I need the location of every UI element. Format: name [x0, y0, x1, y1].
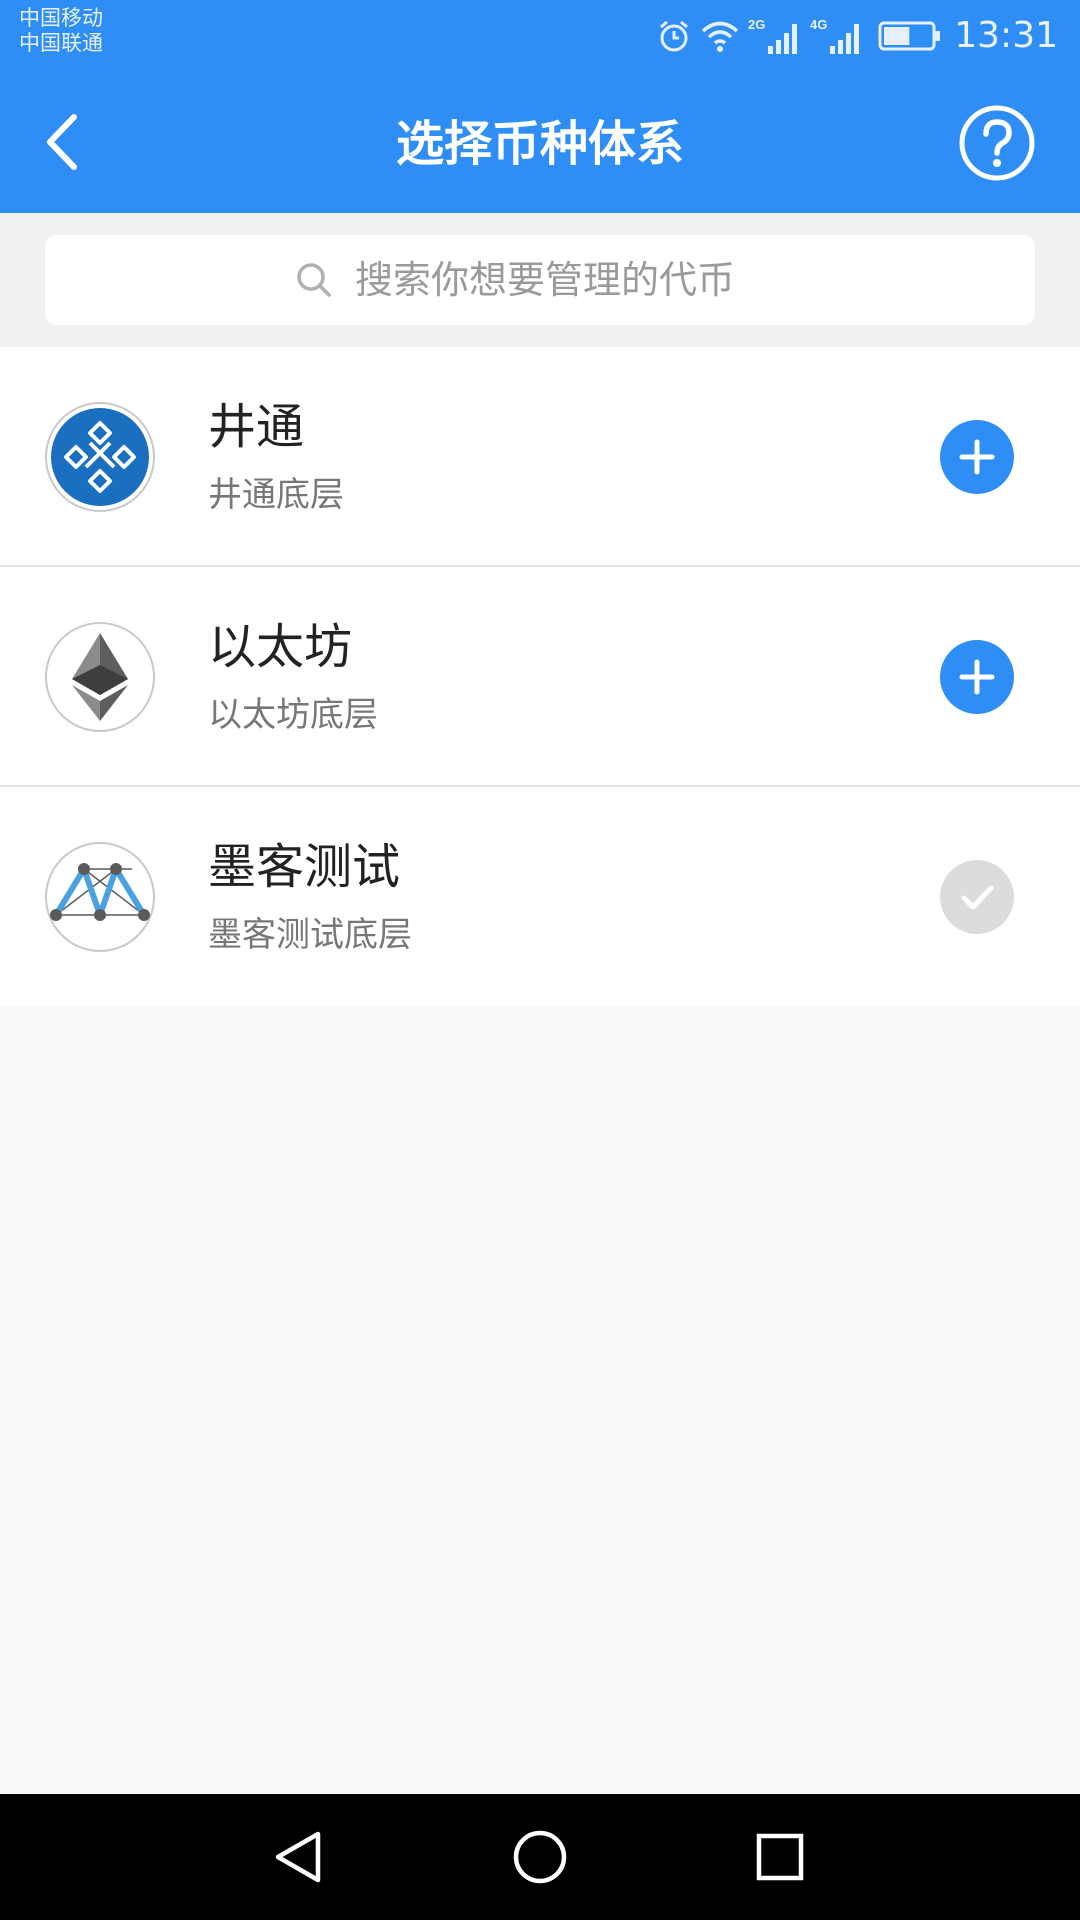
coin-name: 井通	[208, 399, 305, 455]
status-bar: 中国移动 中国联通 2G 4G 13:31	[0, 0, 1080, 74]
coin-subtitle: 以太坊底层	[208, 695, 378, 735]
coin-list: 井通 井通底层 以太坊 以太坊底层 墨客测试 墨客测试底层	[0, 347, 1080, 1007]
jingtum-logo	[44, 401, 156, 513]
signal-4g-icon: 4G	[810, 17, 860, 54]
coin-name: 以太坊	[208, 619, 353, 675]
add-coin-button[interactable]	[940, 420, 1014, 494]
system-nav-bar	[0, 1794, 1080, 1920]
plus-circle-icon	[940, 420, 1014, 494]
svg-text:4G: 4G	[810, 17, 827, 32]
added-coin-button[interactable]	[940, 860, 1014, 934]
search-input[interactable]	[355, 258, 785, 302]
coin-subtitle: 墨客测试底层	[208, 915, 412, 955]
triangle-back-icon	[275, 1831, 321, 1883]
ethereum-logo	[44, 621, 156, 733]
question-circle-icon	[959, 105, 1035, 181]
search-icon	[297, 263, 331, 297]
carrier-1: 中国移动	[19, 6, 103, 30]
help-button[interactable]	[958, 104, 1036, 182]
clock: 13:31	[954, 15, 1058, 56]
plus-circle-icon	[940, 640, 1014, 714]
square-recents-icon	[756, 1833, 804, 1881]
coin-item-moac-test[interactable]: 墨客测试 墨客测试底层	[0, 787, 1080, 1007]
coin-name: 墨客测试	[208, 839, 401, 895]
wifi-icon	[702, 21, 739, 52]
alarm-icon	[660, 20, 689, 52]
moac-logo	[44, 841, 156, 953]
carrier-2: 中国联通	[19, 31, 103, 55]
nav-home-button[interactable]	[507, 1824, 573, 1890]
search-box[interactable]	[45, 235, 1035, 325]
svg-text:2G: 2G	[748, 17, 765, 32]
app-bar: 选择币种体系	[0, 74, 1080, 213]
signal-2g-icon: 2G	[748, 17, 798, 54]
coin-item-ethereum[interactable]: 以太坊 以太坊底层	[0, 567, 1080, 787]
nav-back-button[interactable]	[266, 1824, 332, 1890]
nav-recents-button[interactable]	[747, 1824, 813, 1890]
status-icons: 2G 4G 13:31	[656, 14, 1058, 58]
circle-home-icon	[513, 1830, 567, 1884]
battery-icon	[878, 21, 941, 51]
add-coin-button[interactable]	[940, 640, 1014, 714]
carrier-info: 中国移动 中国联通	[19, 6, 103, 56]
page-title: 选择币种体系	[395, 116, 684, 172]
coin-subtitle: 井通底层	[208, 475, 344, 515]
coin-item-jingtum[interactable]: 井通 井通底层	[0, 347, 1080, 567]
search-area	[0, 213, 1080, 347]
check-circle-icon	[940, 860, 1014, 934]
